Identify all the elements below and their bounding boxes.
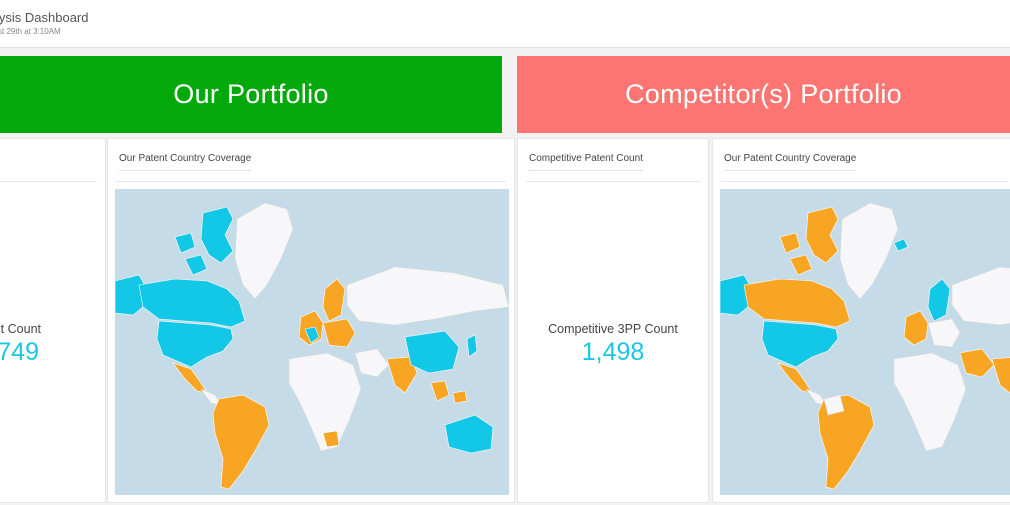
our-country-coverage-card[interactable]: Our Patent Country Coverage [107,138,515,503]
card-divider [0,181,97,182]
map-region-usa[interactable] [761,320,839,368]
map-region-southeast-asia[interactable] [430,380,468,404]
map-region-canada[interactable] [743,278,851,328]
our-country-coverage-title: Our Patent Country Coverage [119,153,252,171]
map-region-usa[interactable] [156,320,234,368]
map-region-greenland[interactable] [839,202,899,300]
map-region-scandinavia[interactable] [927,278,951,322]
competitor-portfolio-banner-label: Competitor(s) Portfolio [625,79,902,109]
our-patent-count-value: 749 [0,338,39,366]
competitor-patent-count-title: Competitive Patent Count [529,153,643,171]
world-map-svg[interactable] [115,189,509,495]
map-region-middle-east[interactable] [959,348,995,378]
competitor-patent-count-card[interactable]: Competitive Patent Count Competitive 3PP… [517,138,709,503]
dashboard-updated-timestamp: st 29th at 3:10AM [0,27,61,36]
our-portfolio-banner-label: Our Portfolio [173,79,329,109]
our-coverage-world-map[interactable] [115,189,509,495]
map-region-south-america-north[interactable] [823,394,845,416]
card-divider [526,181,700,182]
map-region-mexico[interactable] [172,362,208,394]
competitor-3pp-count-label: Competitive 3PP Count [548,322,678,336]
world-map-svg[interactable] [720,189,1010,495]
map-region-middle-east[interactable] [354,348,390,378]
map-region-europe-east[interactable] [927,318,961,348]
map-region-russia[interactable] [346,266,509,326]
map-region-iceland[interactable] [893,238,909,252]
our-patent-count-label: nt Count [0,322,41,336]
map-region-russia[interactable] [951,266,1010,326]
map-region-australia[interactable] [444,414,494,454]
dashboard-header: lysis Dashboard st 29th at 3:10AM [0,0,1010,48]
our-patent-count-card[interactable]: nt Count 749 [0,138,106,503]
dashboard-title: lysis Dashboard [0,10,89,25]
map-region-scandinavia[interactable] [322,278,346,322]
map-region-africa[interactable] [893,352,967,452]
map-region-india[interactable] [991,357,1010,394]
card-divider [721,181,1008,182]
competitor-country-coverage-title: Our Patent Country Coverage [724,153,857,171]
competitor-coverage-world-map[interactable] [720,189,1010,495]
map-region-arctic-islands[interactable] [174,206,234,276]
competitor-3pp-count-value: 1,498 [581,338,645,366]
map-region-europe-west[interactable] [903,310,929,346]
map-region-japan[interactable] [466,334,478,358]
map-region-arctic-islands[interactable] [779,206,839,276]
map-region-south-america[interactable] [212,394,270,490]
map-region-canada[interactable] [138,278,246,328]
map-region-mexico[interactable] [777,362,813,394]
card-divider [116,181,506,182]
map-region-greenland[interactable] [234,202,294,300]
competitor-country-coverage-card[interactable]: Our Patent Country Coverage [712,138,1010,503]
map-region-europe-east[interactable] [322,318,356,348]
competitor-portfolio-banner: Competitor(s) Portfolio [517,56,1010,133]
our-portfolio-banner: Our Portfolio [0,56,502,133]
